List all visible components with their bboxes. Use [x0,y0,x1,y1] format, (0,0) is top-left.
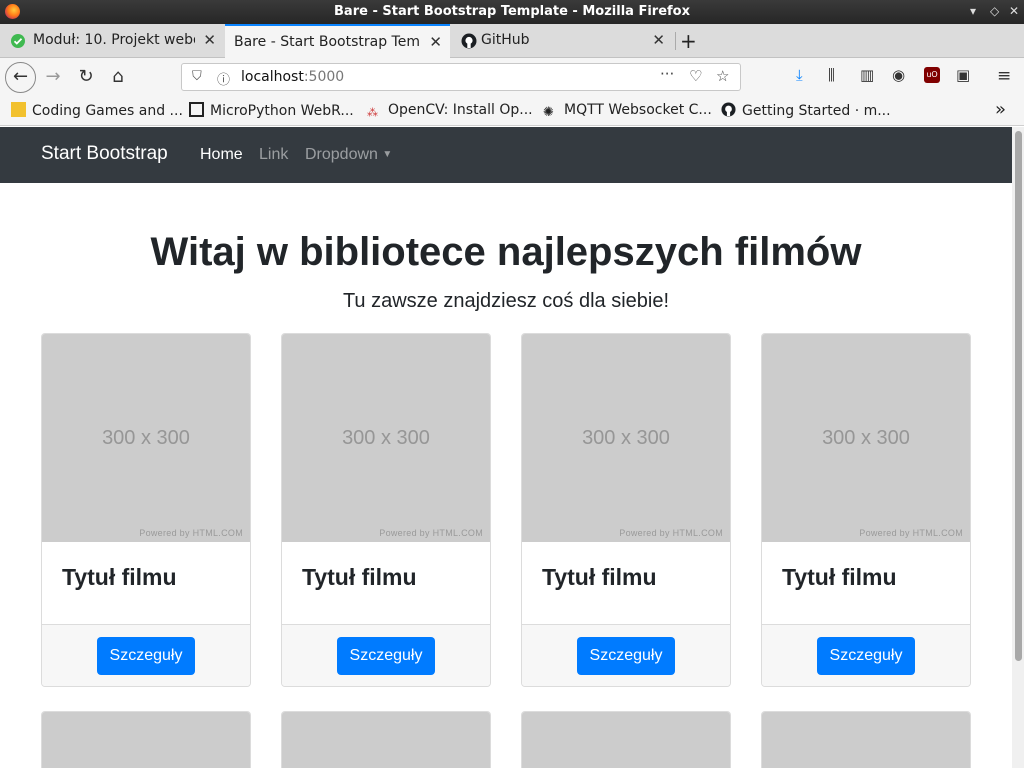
site-navbar: Start Bootstrap Home Link Dropdown ▼ [0,127,1012,183]
image-powered-by: Powered by HTML.COM [619,528,723,538]
github-icon [721,102,736,117]
image-dimensions: 300 x 300 [822,427,910,449]
scrollbar-thumb[interactable] [1015,131,1022,661]
bookmark-mqtt[interactable]: ✺ MQTT Websocket C... [543,102,712,120]
card-title: Tytuł filmu [782,564,897,590]
image-powered-by: Powered by HTML.COM [379,528,483,538]
new-tab-icon[interactable]: + [680,29,697,53]
tab-separator [675,32,676,50]
opencv-icon: ⁂ [367,106,378,119]
image-extension-icon[interactable]: ▣ [956,66,970,84]
nav-dropdown[interactable]: Dropdown ▼ [305,146,392,164]
pocket-icon[interactable]: ♡ [689,67,702,85]
window-titlebar: Bare - Start Bootstrap Template - Mozill… [0,0,1024,24]
image-dimensions: 300 x 300 [342,427,430,449]
card-image-placeholder [42,712,250,768]
page-actions-icon[interactable]: ··· [660,65,674,83]
card-image-placeholder: 300 x 300 Powered by HTML.COM [762,334,970,542]
image-powered-by: Powered by HTML.COM [859,528,963,538]
bookmarks-bar: Coding Games and ... MicroPython WebR...… [0,96,1024,126]
movie-card: 300 x 300 Powered by HTML.COM Tytuł film… [761,333,971,687]
movie-card-partial [521,711,731,768]
tab-github[interactable]: GitHub ✕ [451,24,673,58]
info-icon[interactable]: ⓘ [217,69,230,88]
page-scrollbar[interactable] [1012,127,1024,768]
card-image-placeholder [762,712,970,768]
image-powered-by: Powered by HTML.COM [139,528,243,538]
card-footer: Szczeguły [42,624,250,686]
caret-down-icon: ▼ [382,149,393,160]
forward-arrow-icon[interactable]: → [42,64,64,90]
card-image-placeholder [282,712,490,768]
library-icon[interactable]: ⫼ [828,66,835,84]
menu-icon[interactable]: ≡ [997,66,1011,86]
reload-icon[interactable]: ↻ [74,64,98,90]
tab-modul[interactable]: Moduł: 10. Projekt webo ✕ [0,24,224,58]
card-title: Tytuł filmu [302,564,417,590]
page-viewport: Start Bootstrap Home Link Dropdown ▼ Wit… [0,127,1012,768]
nav-link[interactable]: Link [259,146,288,164]
ublock-icon[interactable]: uO [924,67,940,83]
minimize-icon[interactable]: ▾ [970,4,976,18]
sidebar-icon[interactable]: ▥ [860,66,874,84]
bookmark-micropython[interactable]: MicroPython WebR... [189,102,354,119]
tab-close-icon[interactable]: ✕ [203,31,216,49]
github-icon [461,33,477,49]
details-button[interactable]: Szczeguły [337,637,435,675]
tab-strip: Moduł: 10. Projekt webo ✕ Bare - Start B… [0,24,1024,58]
card-title: Tytuł filmu [62,564,177,590]
card-footer: Szczeguły [282,624,490,686]
movie-card: 300 x 300 Powered by HTML.COM Tytuł film… [521,333,731,687]
url-bar[interactable]: ⛉ ⓘ localhost:5000 ··· ♡ ☆ [181,63,741,91]
tab-label: Bare - Start Bootstrap Temp [234,34,419,50]
window-title: Bare - Start Bootstrap Template - Mozill… [334,4,690,19]
tab-label: GitHub [481,32,530,48]
downloads-icon[interactable]: ⤓ [796,66,803,84]
back-arrow-icon[interactable]: ← [5,62,36,93]
details-button[interactable]: Szczeguły [577,637,675,675]
tab-label: Moduł: 10. Projekt webo [33,32,195,48]
micropython-icon [189,102,204,117]
card-title: Tytuł filmu [542,564,657,590]
movie-card-partial [41,711,251,768]
movie-card-partial [761,711,971,768]
tab-bare-bootstrap[interactable]: Bare - Start Bootstrap Temp ✕ [225,24,450,58]
card-image-placeholder [522,712,730,768]
navbar-brand[interactable]: Start Bootstrap [41,143,168,165]
tab-close-icon[interactable]: ✕ [429,33,442,51]
shield-icon[interactable]: ⛉ [192,69,202,84]
page-title: Witaj w bibliotece najlepszych filmów [150,230,862,274]
bookmarks-overflow-icon[interactable]: » [995,99,1006,120]
tab-close-icon[interactable]: ✕ [652,31,665,49]
account-icon[interactable]: ◉ [892,66,905,84]
card-image-placeholder: 300 x 300 Powered by HTML.COM [282,334,490,542]
bookmark-coding-games[interactable]: Coding Games and ... [11,102,183,119]
card-footer: Szczeguły [762,624,970,686]
card-image-placeholder: 300 x 300 Powered by HTML.COM [522,334,730,542]
check-circle-icon [10,33,26,49]
bookmark-star-icon[interactable]: ☆ [716,67,729,85]
maximize-icon[interactable]: ◇ [990,4,999,18]
home-icon[interactable]: ⌂ [106,64,130,90]
mqtt-icon: ✺ [543,105,554,120]
image-dimensions: 300 x 300 [102,427,190,449]
image-dimensions: 300 x 300 [582,427,670,449]
movie-card: 300 x 300 Powered by HTML.COM Tytuł film… [281,333,491,687]
close-window-icon[interactable]: ✕ [1009,4,1019,18]
bookmark-getting-started[interactable]: Getting Started · m... [721,102,891,119]
nav-home-link[interactable]: Home [200,146,243,164]
card-footer: Szczeguły [522,624,730,686]
card-image-placeholder: 300 x 300 Powered by HTML.COM [42,334,250,542]
details-button[interactable]: Szczeguły [97,637,195,675]
codingame-icon [11,102,26,117]
movie-card: 300 x 300 Powered by HTML.COM Tytuł film… [41,333,251,687]
details-button[interactable]: Szczeguły [817,637,915,675]
bookmark-opencv[interactable]: ⁂ OpenCV: Install Op... [367,102,533,121]
url-text[interactable]: localhost:5000 [241,69,344,85]
movie-card-partial [281,711,491,768]
page-subtitle: Tu zawsze znajdziesz coś dla siebie! [342,290,670,312]
